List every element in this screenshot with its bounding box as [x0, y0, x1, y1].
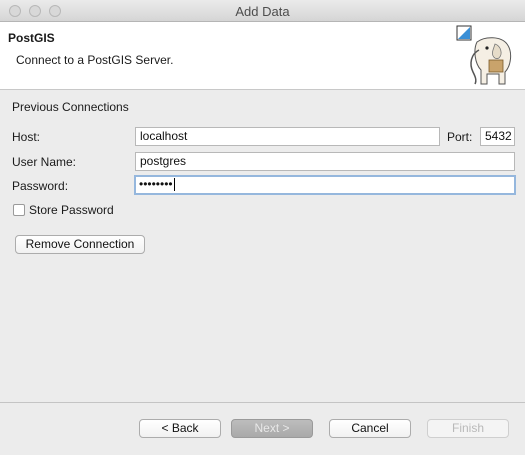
store-password-label: Store Password	[29, 202, 114, 217]
username-label: User Name:	[12, 155, 77, 169]
cancel-button[interactable]: Cancel	[329, 419, 411, 438]
password-label: Password:	[12, 179, 69, 193]
add-data-window: Add Data PostGIS Connect to a PostGIS Se…	[0, 0, 525, 455]
title-bar: Add Data	[0, 0, 525, 22]
username-input[interactable]: postgres	[135, 152, 515, 171]
store-password-checkbox[interactable]	[13, 203, 25, 216]
back-button[interactable]: < Back	[139, 419, 221, 438]
host-input[interactable]: localhost	[135, 127, 440, 146]
page-title: PostGIS	[8, 31, 55, 45]
host-label: Host:	[12, 130, 41, 144]
previous-connections-label: Previous Connections	[12, 100, 129, 114]
footer-divider	[0, 402, 525, 403]
port-label: Port:	[447, 130, 473, 144]
next-button[interactable]: Next >	[231, 419, 313, 438]
remove-connection-button[interactable]: Remove Connection	[15, 235, 145, 254]
store-password-row[interactable]: Store Password	[13, 202, 114, 217]
window-title: Add Data	[235, 4, 290, 19]
postgres-elephant-icon	[456, 25, 512, 85]
wizard-header: PostGIS Connect to a PostGIS Server.	[0, 22, 525, 90]
text-caret	[173, 178, 175, 191]
page-description: Connect to a PostGIS Server.	[16, 53, 174, 67]
password-masked-value: ••••••••	[139, 177, 173, 191]
port-input[interactable]: 5432	[480, 127, 515, 146]
password-input[interactable]: ••••••••	[134, 175, 516, 195]
finish-button[interactable]: Finish	[427, 419, 509, 438]
